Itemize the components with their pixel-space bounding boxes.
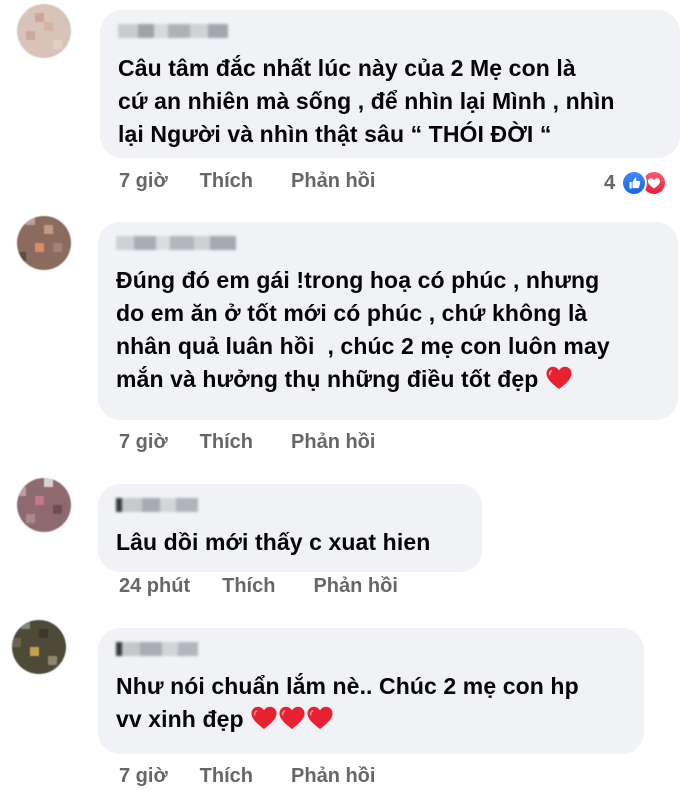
reaction-icons — [621, 170, 669, 196]
like-reaction-icon — [621, 170, 648, 196]
reply-button[interactable]: Phản hồi — [313, 575, 397, 598]
comment-actions: 24 phút Thích Phản hồi — [119, 575, 398, 598]
comment-time[interactable]: 7 giờ — [119, 431, 168, 454]
reaction-count: 4 — [604, 171, 616, 194]
reply-button[interactable]: Phản hồi — [291, 765, 375, 788]
comment-text-body: Đúng đó em gái !trong hoạ có phúc , nhưn… — [116, 267, 610, 392]
comment-text: Như nói chuẩn lắm nè.. Chúc 2 mẹ con hp … — [116, 670, 626, 736]
comment-time[interactable]: 7 giờ — [119, 765, 168, 788]
red-heart-emoji — [279, 706, 305, 729]
comment-bubble: Lâu dồi mới thấy c xuat hien — [98, 484, 482, 572]
comment-time[interactable]: 7 giờ — [119, 170, 168, 193]
author-name-redacted[interactable] — [116, 498, 464, 514]
author-name-redacted[interactable] — [116, 236, 660, 252]
red-heart-emoji — [546, 366, 572, 389]
avatar[interactable] — [12, 620, 66, 674]
comment-text: Câu tâm đắc nhất lúc này của 2 Mẹ con là… — [118, 55, 615, 147]
comment-time[interactable]: 24 phút — [119, 575, 190, 598]
comment-actions: 7 giờ Thích Phản hồi — [119, 170, 375, 193]
comment-actions: 7 giờ Thích Phản hồi — [119, 765, 375, 788]
reaction-summary[interactable]: 4 — [604, 170, 669, 196]
like-button[interactable]: Thích — [200, 170, 253, 193]
comment-bubble: Như nói chuẩn lắm nè.. Chúc 2 mẹ con hp … — [98, 628, 644, 754]
comment-bubble: Đúng đó em gái !trong hoạ có phúc , nhưn… — [98, 222, 678, 420]
reply-button[interactable]: Phản hồi — [291, 431, 375, 454]
comment-text: Lâu dồi mới thấy c xuat hien — [116, 529, 431, 555]
reply-button[interactable]: Phản hồi — [291, 170, 375, 193]
like-button[interactable]: Thích — [222, 575, 275, 598]
comment-text: Đúng đó em gái !trong hoạ có phúc , nhưn… — [116, 264, 660, 396]
avatar[interactable] — [17, 478, 71, 532]
avatar[interactable] — [17, 216, 71, 270]
like-button[interactable]: Thích — [200, 431, 253, 454]
like-button[interactable]: Thích — [200, 765, 253, 788]
red-heart-emoji — [307, 706, 333, 729]
author-name-redacted[interactable] — [118, 24, 662, 40]
author-name-redacted[interactable] — [116, 642, 626, 658]
comment-bubble: Câu tâm đắc nhất lúc này của 2 Mẹ con là… — [100, 10, 680, 158]
comment-actions: 7 giờ Thích Phản hồi — [119, 431, 375, 454]
avatar[interactable] — [17, 4, 71, 58]
red-heart-emoji — [251, 706, 277, 729]
comment-text-body: Như nói chuẩn lắm nè.. Chúc 2 mẹ con hp … — [116, 673, 579, 732]
